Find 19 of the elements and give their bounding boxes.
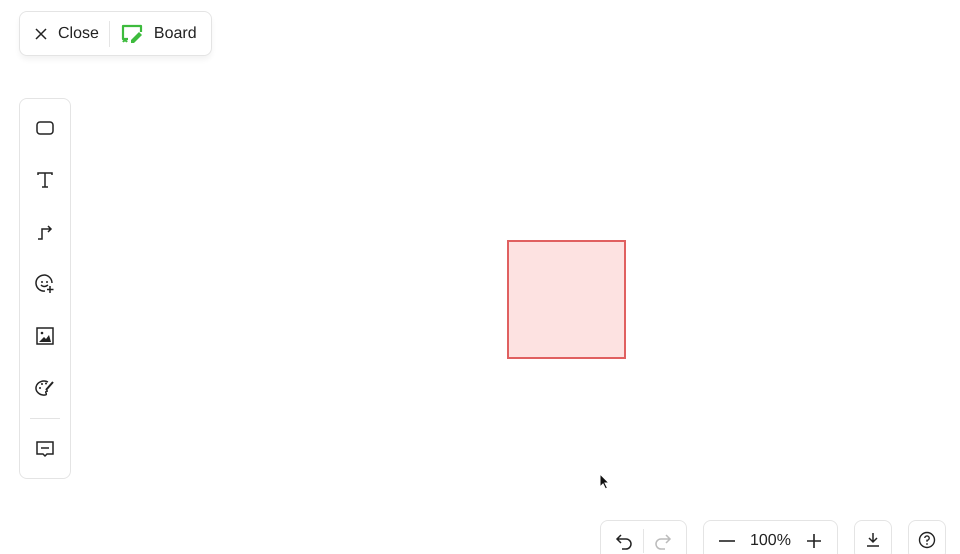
download-button[interactable]: [854, 520, 892, 554]
minus-icon: [719, 540, 735, 542]
help-icon: [918, 531, 936, 549]
zoom-level: 100%: [749, 532, 792, 550]
image-icon: [35, 326, 55, 346]
smiley-icon: [35, 274, 55, 294]
comment-icon: [35, 439, 55, 459]
cursor-icon: [599, 473, 610, 490]
help-button[interactable]: [908, 520, 946, 554]
plus-icon: [804, 532, 823, 550]
undo-icon: [615, 532, 633, 550]
text-icon: [35, 170, 55, 190]
close-button[interactable]: Close: [24, 16, 109, 52]
palette-icon: [35, 378, 55, 398]
redo-icon: [654, 532, 672, 550]
download-icon: [864, 532, 881, 548]
board-icon: [120, 22, 144, 44]
board-button[interactable]: Board: [110, 16, 207, 52]
close-icon: [34, 26, 48, 40]
